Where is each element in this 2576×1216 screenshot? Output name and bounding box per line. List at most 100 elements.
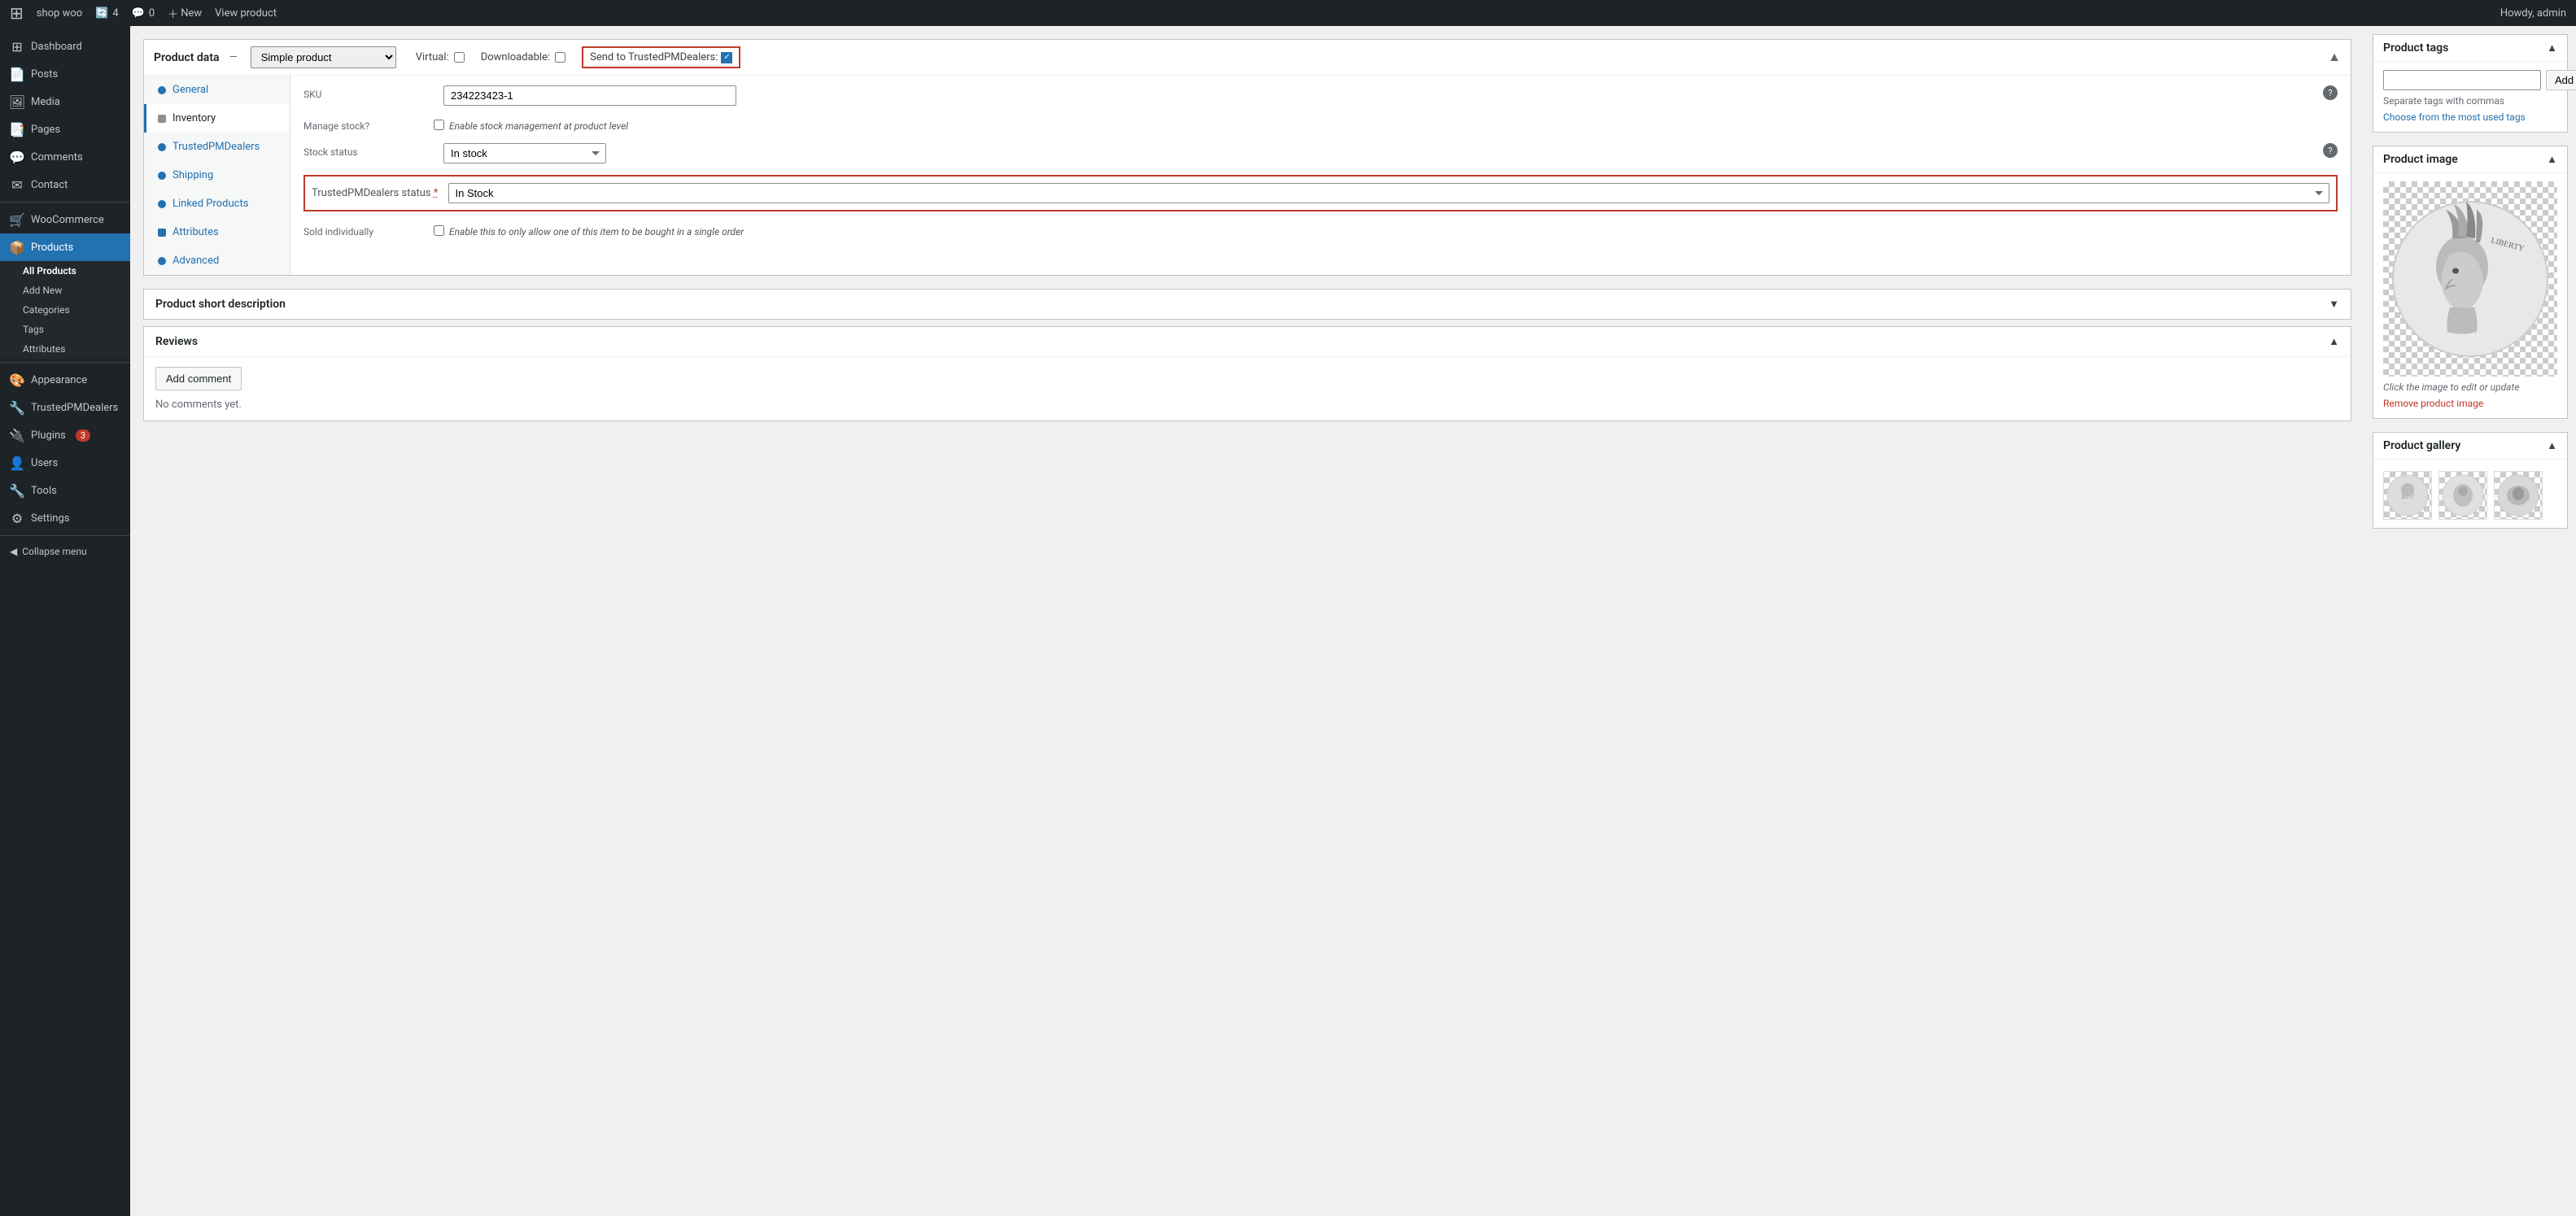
products-icon: 📦 [10,240,24,255]
send-to-trusted-box: Send to TrustedPMDealers: ✓ [582,46,740,68]
tab-shipping[interactable]: Shipping [144,161,290,190]
trusted-status-select[interactable]: In Stock Out of Stock Low Stock [448,183,2330,203]
manage-stock-label: Manage stock? [303,117,434,132]
tab-attributes[interactable]: Attributes [144,218,290,246]
menu-separator-2 [0,362,130,363]
adminbar-view-product[interactable]: View product [215,7,277,20]
trusted-icon: 🔧 [10,400,24,415]
products-submenu: All Products Add New Categories Tags Att… [0,261,130,359]
product-image-body: LIBERTY Click the image to edit or updat… [2373,173,2567,418]
sidebar-item-tools[interactable]: 🔧 Tools [0,477,130,504]
sidebar-item-add-new[interactable]: Add New [0,281,130,300]
stock-status-help-icon[interactable]: ? [2323,143,2338,158]
downloadable-label: Downloadable: [481,51,550,63]
wp-logo-icon[interactable]: ⊞ [10,3,24,23]
adminbar-new-button[interactable]: ＋ New [168,6,202,21]
choose-tags-link[interactable]: Choose from the most used tags [2383,111,2526,123]
product-data-inner: General Inventory TrustedPMDealers [144,76,2351,275]
comments-icon: 💬 [10,150,24,164]
posts-icon: 📄 [10,67,24,81]
product-tags-header: Product tags ▲ [2373,35,2567,62]
tab-trustedpmdealers[interactable]: TrustedPMDealers [144,133,290,161]
gallery-thumb-2-image [2441,473,2486,518]
gallery-thumb-1[interactable]: 2017 [2383,471,2432,520]
appearance-icon: 🎨 [10,373,24,387]
content-area: Product data — Simple product Grouped pr… [130,26,2364,1216]
reviews-header[interactable]: Reviews ▲ [144,327,2351,356]
sku-label: SKU [303,85,434,100]
sidebar-item-products[interactable]: 📦 Products [0,233,130,261]
send-to-checkbox-checked[interactable]: ✓ [721,52,732,63]
sku-input[interactable] [443,85,736,106]
dashboard-icon: ⊞ [10,39,24,54]
sku-help-icon[interactable]: ? [2323,85,2338,100]
gallery-thumb-2[interactable] [2438,471,2487,520]
menu-separator [0,202,130,203]
remove-product-image-link[interactable]: Remove product image [2383,398,2483,409]
sold-individually-checkbox-label: Enable this to only allow one of this it… [449,223,744,238]
sidebar-item-plugins[interactable]: 🔌 Plugins 3 [0,421,130,449]
product-data-title: Product data [154,51,220,64]
add-tag-button[interactable]: Add [2546,70,2576,90]
main-content: Product data — Simple product Grouped pr… [130,26,2576,1216]
collapse-menu-button[interactable]: ◀ Collapse menu [0,539,130,564]
sidebar-item-appearance[interactable]: 🎨 Appearance [0,366,130,394]
sidebar-item-tags[interactable]: Tags [0,320,130,339]
product-data-toggle[interactable]: ▲ [2328,50,2341,65]
stock-status-label: Stock status [303,143,434,158]
short-description-header[interactable]: Product short description ▼ [144,290,2351,319]
settings-icon: ⚙ [10,511,24,525]
short-description-toggle-icon: ▼ [2329,298,2339,311]
product-image-box: Product image ▲ [2373,146,2568,419]
product-data-box: Product data — Simple product Grouped pr… [143,39,2351,276]
reviews-title: Reviews [155,335,198,348]
sidebar-item-media[interactable]: 🖼 Media [0,88,130,115]
sidebar-item-users[interactable]: 👤 Users [0,449,130,477]
admin-sidebar: ⊞ Dashboard 📄 Posts 🖼 Media 📑 Pages 💬 Co… [0,26,130,1216]
product-gallery-body: 2017 [2373,460,2567,528]
adminbar-howdy: Howdy, admin [2500,7,2566,20]
adminbar-comments[interactable]: 💬 0 [132,7,155,20]
tag-hint: Separate tags with commas [2383,95,2557,107]
virtual-label: Virtual: [416,51,449,63]
users-icon: 👤 [10,455,24,470]
product-type-select[interactable]: Simple product Grouped product External/… [251,46,396,68]
sidebar-item-pages[interactable]: 📑 Pages [0,115,130,143]
adminbar-updates[interactable]: 🔄 4 [95,7,119,20]
inventory-tab-icon [158,115,166,123]
product-gallery-toggle-icon: ▲ [2547,439,2557,452]
product-data-tabs: General Inventory TrustedPMDealers [144,76,290,275]
manage-stock-checkbox[interactable] [434,120,444,130]
product-data-header: Product data — Simple product Grouped pr… [144,40,2351,76]
sidebar-item-attributes[interactable]: Attributes [0,339,130,359]
sidebar-item-posts[interactable]: 📄 Posts [0,60,130,88]
add-comment-button[interactable]: Add comment [155,367,242,390]
sidebar-item-settings[interactable]: ⚙ Settings [0,504,130,532]
product-image-container[interactable]: LIBERTY [2383,181,2557,377]
sidebar-item-woocommerce[interactable]: 🛒 WooCommerce [0,206,130,233]
sidebar-item-all-products[interactable]: All Products [0,261,130,281]
downloadable-checkbox-group: Downloadable: [481,51,565,63]
woocommerce-icon: 🛒 [10,212,24,227]
sidebar-item-contact[interactable]: ✉ Contact [0,171,130,198]
sold-individually-label: Sold individually [303,223,434,238]
tab-inventory[interactable]: Inventory [144,104,290,133]
sidebar-item-trustedpmdealers[interactable]: 🔧 TrustedPMDealers [0,394,130,421]
sidebar-item-categories[interactable]: Categories [0,300,130,320]
gallery-thumb-3[interactable] [2494,471,2543,520]
virtual-checkbox[interactable] [454,52,465,63]
trusted-status-label: TrustedPMDealers status * [312,187,439,199]
advanced-tab-icon [158,257,166,265]
downloadable-checkbox[interactable] [555,52,565,63]
sidebar-item-comments[interactable]: 💬 Comments [0,143,130,171]
tab-advanced[interactable]: Advanced [144,246,290,275]
stock-status-select[interactable]: In stock Out of stock On backorder [443,143,606,163]
tab-general[interactable]: General [144,76,290,104]
sold-individually-checkbox[interactable] [434,225,444,236]
media-icon: 🖼 [10,94,24,109]
admin-bar: ⊞ shop woo 🔄 4 💬 0 ＋ New View product Ho… [0,0,2576,26]
sidebar-item-dashboard[interactable]: ⊞ Dashboard [0,33,130,60]
tab-linked-products[interactable]: Linked Products [144,190,290,218]
tag-input[interactable] [2383,70,2541,90]
adminbar-site-name[interactable]: shop woo [37,7,82,20]
